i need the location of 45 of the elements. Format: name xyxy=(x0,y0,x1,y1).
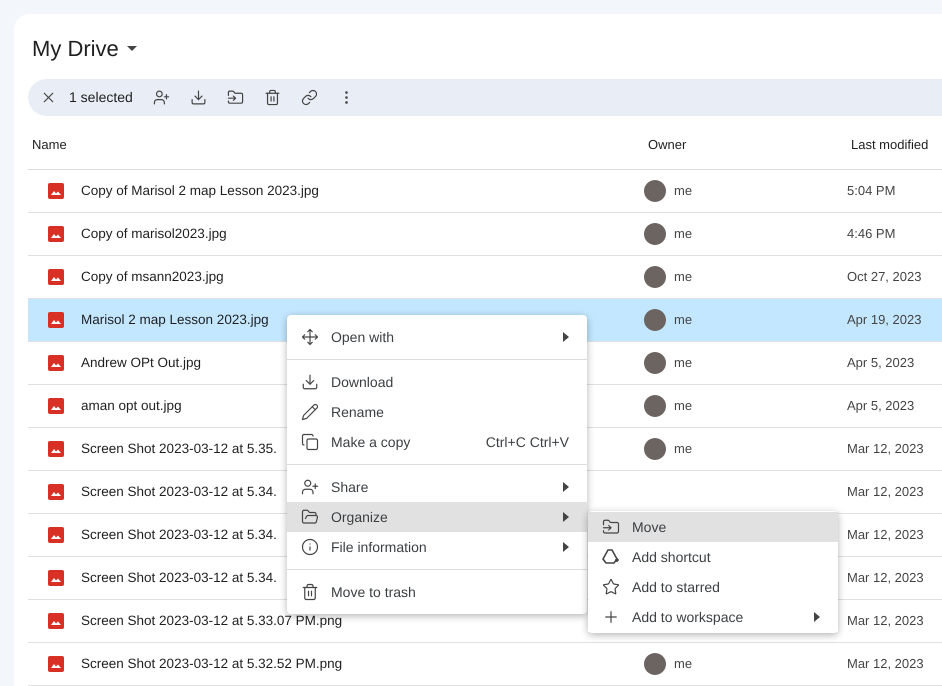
file-name: Andrew OPt Out.jpg xyxy=(81,355,202,370)
owner-name: me xyxy=(674,268,692,286)
modified-date: Oct 27, 2023 xyxy=(847,268,922,286)
modified-date: Mar 12, 2023 xyxy=(847,612,924,630)
file-name: Screen Shot 2023-03-12 at 5.34. xyxy=(81,484,277,499)
file-name: Screen Shot 2023-03-12 at 5.34. xyxy=(81,527,277,542)
modified-date: Mar 12, 2023 xyxy=(847,655,924,674)
page-title: My Drive xyxy=(32,35,119,63)
menu-item-label: Make a copy xyxy=(331,432,410,452)
modified-date: Apr 5, 2023 xyxy=(847,397,914,416)
menu-item-label: Add shortcut xyxy=(632,548,711,566)
menu-item-label: Move to trash xyxy=(331,582,416,602)
modified-date: 5:04 PM xyxy=(847,182,896,200)
modified-date: Apr 5, 2023 xyxy=(847,354,914,372)
menu-item-label: File information xyxy=(331,538,427,556)
file-name: Screen Shot 2023-03-12 at 5.32.52 PM.png xyxy=(81,656,342,671)
menu-item-label: Open with xyxy=(331,328,394,347)
selection-count: 1 selected xyxy=(69,88,133,107)
file-name: Screen Shot 2023-03-12 at 5.35. xyxy=(81,441,277,456)
keyboard-shortcut: Ctrl+C Ctrl+V xyxy=(486,432,569,452)
menu-item-label: Rename xyxy=(331,402,384,422)
modified-date: Mar 12, 2023 xyxy=(847,569,924,588)
menu-item-label: Add to workspace xyxy=(632,608,744,627)
file-name: Copy of msann2023.jpg xyxy=(81,269,224,284)
file-name: Screen Shot 2023-03-12 at 5.33.07 PM.png xyxy=(81,613,342,628)
owner-name: me xyxy=(674,225,692,244)
file-name: Marisol 2 map Lesson 2023.jpg xyxy=(81,312,269,327)
modified-date: Mar 12, 2023 xyxy=(847,440,924,458)
modified-date: 4:46 PM xyxy=(847,225,896,244)
menu-item-label: Share xyxy=(331,478,368,496)
owner-name: me xyxy=(674,311,692,330)
modified-date: Apr 19, 2023 xyxy=(847,311,922,330)
owner-name: me xyxy=(674,655,692,674)
file-name: Copy of Marisol 2 map Lesson 2023.jpg xyxy=(81,183,319,198)
file-name: Copy of marisol2023.jpg xyxy=(81,226,227,241)
file-name: Screen Shot 2023-03-12 at 5.34. xyxy=(81,570,277,585)
modified-date: Mar 12, 2023 xyxy=(847,483,924,502)
owner-name: me xyxy=(674,397,692,416)
owner-name: me xyxy=(674,440,692,458)
file-name: aman opt out.jpg xyxy=(81,398,182,413)
owner-name: me xyxy=(674,354,692,372)
owner-name: me xyxy=(674,182,692,200)
modified-date: Mar 12, 2023 xyxy=(847,526,924,544)
menu-item-label: Add to starred xyxy=(632,578,720,596)
menu-item-label: Move xyxy=(632,518,666,536)
